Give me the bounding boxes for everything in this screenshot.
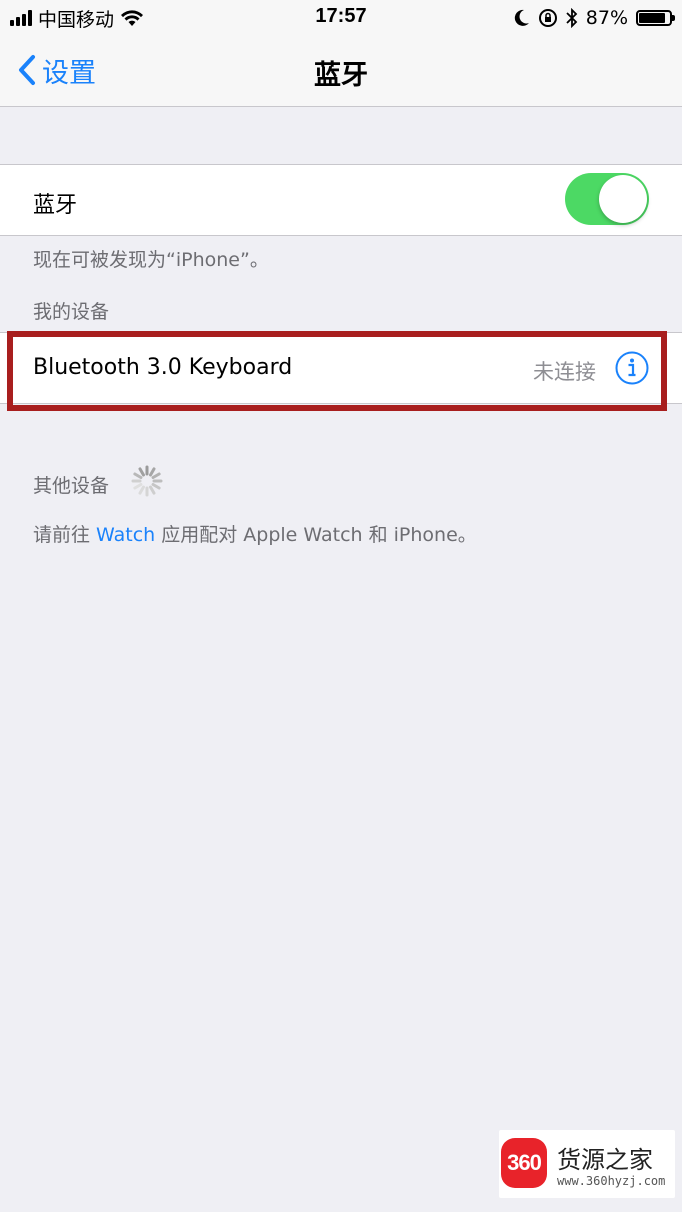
watermark-name: 货源之家 [557, 1146, 653, 1174]
battery-icon [636, 10, 675, 26]
info-icon[interactable] [615, 351, 649, 385]
toggle-knob [599, 175, 647, 223]
status-bar: 中国移动 17:57 87% [0, 0, 682, 36]
page-title: 蓝牙 [314, 60, 368, 91]
watch-note-before: 请前往 [33, 524, 97, 546]
watch-app-link[interactable]: Watch [96, 524, 155, 546]
rotation-lock-icon [538, 9, 557, 27]
my-devices-header: 我的设备 [33, 301, 110, 323]
loading-spinner-icon [131, 465, 163, 497]
watermark-url: www.360hyzj.com [557, 1174, 666, 1188]
bluetooth-toggle-row: 蓝牙 [0, 164, 682, 236]
status-right: 87% [514, 6, 675, 30]
discoverable-note: 现在可被发现为“iPhone”。 [33, 249, 269, 271]
watch-note-after: 应用配对 Apple Watch 和 iPhone。 [155, 524, 477, 546]
watch-pairing-note: 请前往 Watch 应用配对 Apple Watch 和 iPhone。 [33, 520, 477, 547]
bluetooth-label: 蓝牙 [33, 193, 78, 218]
bluetooth-icon [566, 8, 578, 28]
moon-icon [514, 9, 529, 26]
bluetooth-toggle[interactable] [565, 173, 649, 225]
watermark: 360 货源之家 www.360hyzj.com [499, 1130, 675, 1198]
device-name: Bluetooth 3.0 Keyboard [33, 355, 293, 380]
other-devices-header: 其他设备 [33, 475, 110, 497]
device-status: 未连接 [533, 360, 596, 384]
battery-fill [639, 13, 666, 23]
battery-percent: 87% [585, 7, 628, 29]
watermark-logo: 360 [501, 1138, 547, 1188]
navigation-bar: 设置 蓝牙 [0, 36, 682, 107]
device-row[interactable]: Bluetooth 3.0 Keyboard 未连接 [0, 332, 682, 404]
